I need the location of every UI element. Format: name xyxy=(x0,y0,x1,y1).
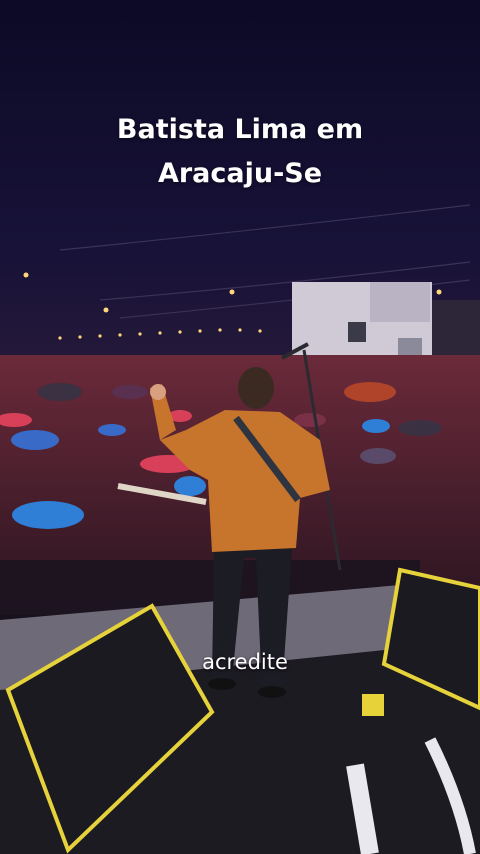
title-line-1: Batista Lima em xyxy=(116,114,364,145)
effects-pedal xyxy=(362,694,384,716)
video-frame: Batista Lima em Aracaju-Se acredite xyxy=(0,0,480,854)
video-title-overlay: Batista Lima em Aracaju-Se xyxy=(0,108,480,196)
raised-hand xyxy=(150,384,166,400)
subtitle-caption: acredite xyxy=(202,650,288,674)
title-line-2: Aracaju-Se xyxy=(157,158,323,189)
